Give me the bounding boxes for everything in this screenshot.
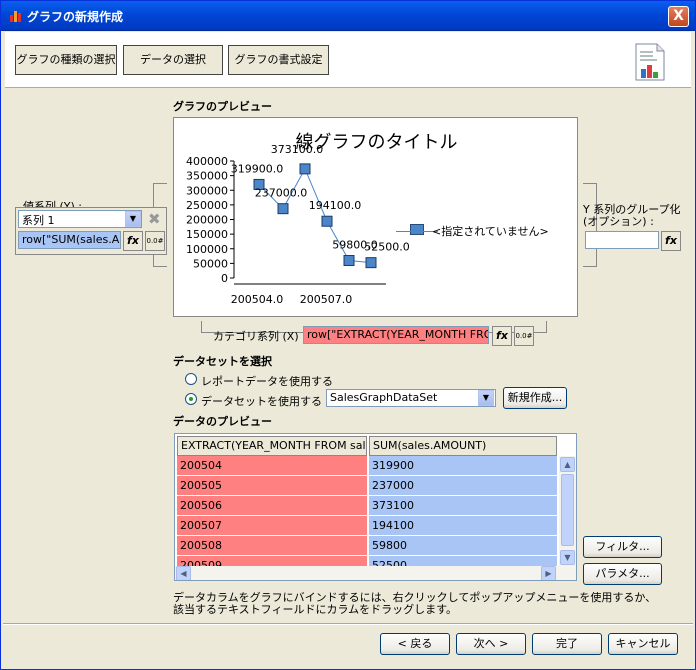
finish-button[interactable]: 完了 bbox=[532, 633, 602, 655]
wizard-step-bar: グラフの種類の選択 データの選択 グラフの書式設定 bbox=[5, 32, 691, 88]
y-tick-label: 400000 bbox=[186, 155, 228, 168]
x-tick-label: 200504.0 bbox=[231, 293, 284, 306]
scroll-right-icon[interactable]: ▶ bbox=[541, 566, 556, 580]
line-chart: 400000 350000300000 250000 200000150000 1000… bbox=[186, 143, 410, 306]
y-grouping-fx-button[interactable]: fx bbox=[661, 231, 681, 251]
chart-icon bbox=[10, 11, 21, 22]
cancel-button[interactable]: キャンセル bbox=[608, 633, 678, 655]
remove-series-icon[interactable]: ✖ bbox=[148, 210, 161, 228]
data-point bbox=[343, 255, 355, 267]
value-fx-button[interactable]: fx bbox=[123, 231, 143, 251]
filter-button[interactable]: フィルタ... bbox=[583, 536, 662, 558]
back-button[interactable]: < 戻る bbox=[380, 633, 450, 655]
table-cell[interactable]: 237000 bbox=[369, 476, 557, 496]
report-chart-icon bbox=[635, 43, 665, 81]
horizontal-scrollbar[interactable]: ◀ ▶ bbox=[175, 566, 576, 580]
category-series-label: カテゴリ系列 (X) : bbox=[213, 330, 306, 343]
column-header-category[interactable]: EXTRACT(YEAR_MONTH FROM sales.ORDER_DATE… bbox=[177, 436, 367, 456]
legend-label: <指定されていません> bbox=[432, 225, 549, 238]
radio-dataset-label: データセットを使用する bbox=[201, 395, 322, 408]
new-dataset-button[interactable]: 新規作成... bbox=[503, 387, 567, 409]
series-select-value: 系列 1 bbox=[22, 214, 55, 227]
value-series-expression-field[interactable]: row["SUM(sales.AMOUNT)"] bbox=[18, 231, 121, 249]
data-label: 373100.0 bbox=[271, 143, 324, 156]
y-grouping-field[interactable] bbox=[585, 231, 659, 249]
footer-separator bbox=[3, 623, 693, 625]
data-label: 194100.0 bbox=[309, 199, 362, 212]
data-label: 237000.0 bbox=[255, 187, 308, 200]
table-cell[interactable]: 319900 bbox=[369, 456, 557, 476]
series-select[interactable]: 系列 1 bbox=[18, 210, 142, 228]
table-cell[interactable]: 200507 bbox=[177, 516, 367, 536]
data-point bbox=[365, 257, 377, 269]
data-label: 319900.0 bbox=[231, 162, 284, 175]
table-cell[interactable]: 59800 bbox=[369, 536, 557, 556]
category-fx-button[interactable]: fx bbox=[492, 326, 512, 346]
y-tick-label: 150000 bbox=[186, 228, 228, 241]
chart-preview: 線グラフのタイトル 400000 350000 300000 250000 200000… bbox=[173, 117, 578, 317]
y-tick-label: 350000 bbox=[186, 170, 228, 183]
parameter-button[interactable]: パラメタ... bbox=[583, 563, 662, 585]
data-point bbox=[321, 215, 333, 227]
dataset-select[interactable]: SalesGraphDataSet bbox=[326, 389, 496, 407]
y-tick-label: 300000 bbox=[186, 184, 228, 197]
chart-preview-label: グラフのプレビュー bbox=[173, 100, 272, 113]
value-format-button[interactable]: 0.0# bbox=[145, 231, 165, 251]
data-point bbox=[277, 203, 289, 215]
x-tick-label: 200507.0 bbox=[300, 293, 353, 306]
series-dropdown-arrow[interactable]: ▼ bbox=[125, 211, 141, 227]
title-bar[interactable]: グラフの新規作成 X bbox=[1, 1, 695, 31]
scroll-left-icon[interactable]: ◀ bbox=[176, 566, 191, 580]
table-cell[interactable]: 373100 bbox=[369, 496, 557, 516]
column-header-amount[interactable]: SUM(sales.AMOUNT) bbox=[369, 436, 557, 456]
scroll-down-icon[interactable]: ▼ bbox=[560, 550, 575, 565]
radio-dataset[interactable] bbox=[185, 393, 197, 405]
table-cell[interactable]: 194100 bbox=[369, 516, 557, 536]
tab-chart-format[interactable]: グラフの書式設定 bbox=[228, 45, 329, 75]
legend-marker bbox=[410, 224, 424, 235]
scroll-up-icon[interactable]: ▲ bbox=[560, 457, 575, 472]
new-chart-dialog: グラフの新規作成 X グラフの種類の選択 データの選択 グラフの書式設定 グラフ… bbox=[0, 0, 696, 670]
table-cell[interactable]: 200508 bbox=[177, 536, 367, 556]
tab-chart-type[interactable]: グラフの種類の選択 bbox=[15, 45, 117, 75]
y-tick-label: 0 bbox=[221, 272, 228, 285]
dialog-title: グラフの新規作成 bbox=[27, 10, 124, 24]
data-label: 52500.0 bbox=[364, 241, 410, 254]
radio-report-data-label: レポートデータを使用する bbox=[201, 375, 333, 388]
vertical-scroll-thumb[interactable] bbox=[561, 474, 574, 546]
table-cell[interactable]: 200505 bbox=[177, 476, 367, 496]
vertical-scrollbar[interactable]: ▲ ▼ bbox=[559, 456, 576, 566]
y-tick-label: 50000 bbox=[193, 257, 228, 270]
y-tick-label: 250000 bbox=[186, 199, 228, 212]
bind-hint-line2: 該当するテキストフィールドにカラムをドラッグします。 bbox=[173, 603, 458, 616]
category-format-button[interactable]: 0.0# bbox=[514, 326, 534, 346]
radio-report-data[interactable] bbox=[185, 373, 197, 385]
dataset-section-label: データセットを選択 bbox=[173, 355, 272, 368]
data-point bbox=[299, 163, 311, 175]
y-tick-label: 200000 bbox=[186, 214, 228, 227]
next-button[interactable]: 次へ > bbox=[456, 633, 526, 655]
dataset-dropdown-arrow[interactable]: ▼ bbox=[478, 390, 494, 406]
tab-data-select[interactable]: データの選択 bbox=[123, 45, 223, 75]
category-expression-field[interactable]: row["EXTRACT(YEAR_MONTH FROM sales.ORDER… bbox=[303, 326, 489, 344]
close-button[interactable]: X bbox=[668, 6, 689, 27]
table-cell[interactable]: 200504 bbox=[177, 456, 367, 476]
data-preview-label: データのプレビュー bbox=[173, 415, 272, 428]
table-cell[interactable]: 200506 bbox=[177, 496, 367, 516]
data-preview-grid: EXTRACT(YEAR_MONTH FROM sales.ORDER_DATE… bbox=[174, 433, 577, 581]
y-grouping-option-label: (オプション) : bbox=[583, 215, 654, 228]
y-tick-label: 100000 bbox=[186, 243, 228, 256]
